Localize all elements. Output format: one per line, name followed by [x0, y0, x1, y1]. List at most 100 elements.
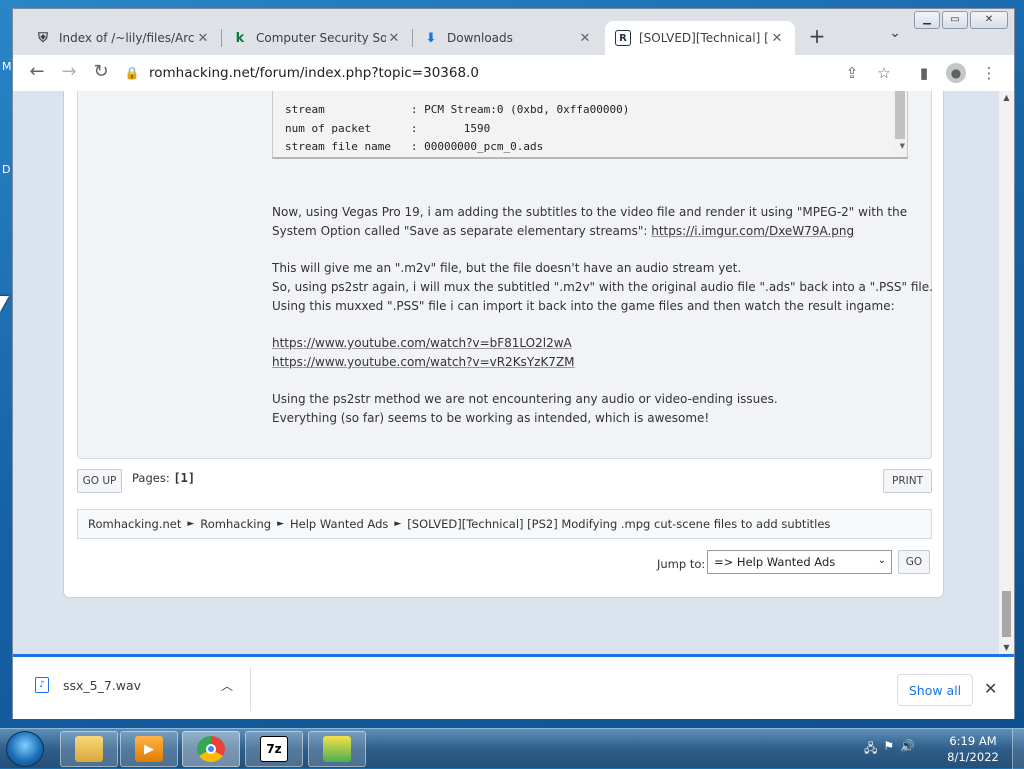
youtube-link-2[interactable]: https://www.youtube.com/watch?v=vR2KsYzK…	[272, 355, 575, 369]
taskbar-media-player[interactable]: ▶	[120, 731, 178, 767]
reload-icon[interactable]: ↻	[85, 57, 117, 89]
close-icon[interactable]: ✕	[984, 679, 997, 698]
back-arrow-icon[interactable]: ←	[21, 57, 53, 89]
taskbar-explorer[interactable]	[60, 731, 118, 767]
shield-favicon-icon: ⛨	[38, 30, 48, 46]
tab-computer-security[interactable]: k Computer Security Softw ✕	[222, 21, 412, 55]
browser-toolbar: ← → ↻ 🔒 romhacking.net/forum/index.php?t…	[13, 55, 1014, 91]
close-icon[interactable]: ✕	[195, 31, 211, 46]
url-text[interactable]: romhacking.net/forum/index.php?topic=303…	[149, 65, 479, 81]
code-scrollbar[interactable]: ▼	[893, 91, 907, 157]
start-button[interactable]	[6, 731, 44, 767]
forward-arrow-icon[interactable]: →	[53, 57, 85, 89]
profile-avatar-icon[interactable]: ●	[940, 57, 972, 89]
code-line: stream : PCM Stream:0 (0xbd, 0xffa00000)	[285, 103, 630, 116]
code-line: num of packet : 1590	[285, 121, 491, 135]
imgur-link[interactable]: https://i.imgur.com/DxeW79A.png	[651, 224, 854, 238]
taskbar-chrome[interactable]	[182, 731, 240, 767]
volume-icon[interactable]: 🔊	[900, 739, 915, 760]
download-item[interactable]: ♪ ssx_5_7.wav	[35, 677, 141, 693]
tab-title: Index of /~lily/files/Arch	[59, 31, 195, 45]
taskbar-app[interactable]	[308, 731, 366, 767]
app-green-icon	[323, 736, 351, 762]
breadcrumb-link-topic[interactable]: [SOLVED][Technical] [PS2] Modifying .mpg…	[407, 517, 830, 531]
code-line: stream file name : 00000000_pcm_0.ads	[285, 140, 544, 153]
network-icon[interactable]: 🖧	[864, 739, 877, 760]
new-tab-button[interactable]: +	[803, 23, 831, 51]
download-shelf: ♪ ssx_5_7.wav ︿ Show all ✕	[13, 654, 1014, 719]
post-text-line: Everything (so far) seems to be working …	[272, 411, 710, 425]
r-favicon-icon: R	[615, 30, 631, 46]
close-icon[interactable]: ✕	[577, 31, 593, 46]
page-scrollbar[interactable]: ▲ ▼	[999, 91, 1014, 654]
post-text-line: So, using ps2str again, i will mux the s…	[272, 280, 933, 294]
breadcrumb-separator-icon: ►	[394, 519, 402, 529]
show-desktop-button[interactable]	[1012, 729, 1024, 769]
forum-post: stream : PCM Stream:0 (0xbd, 0xffa00000)…	[77, 91, 933, 459]
clock[interactable]: 6:19 AM 8/1/2022	[942, 733, 1004, 765]
share-icon[interactable]: ⇪	[836, 57, 868, 89]
breadcrumb: Romhacking.net ► Romhacking ► Help Wante…	[77, 509, 932, 539]
tab-title: Computer Security Softw	[256, 31, 386, 45]
topic-card: stream : PCM Stream:0 (0xbd, 0xffa00000)…	[63, 91, 944, 598]
clock-date: 8/1/2022	[947, 750, 999, 764]
jump-to-value: => Help Wanted Ads	[714, 555, 836, 569]
tab-index-of-lily[interactable]: ⛨ Index of /~lily/files/Arch ✕	[25, 21, 221, 55]
menu-kebab-icon[interactable]: ⋮	[973, 57, 1005, 89]
post-text-line: Now, using Vegas Pro 19, i am adding the…	[272, 205, 908, 219]
pagination: Pages: [1]	[132, 471, 195, 485]
folder-icon	[75, 736, 103, 762]
show-all-button[interactable]: Show all	[897, 674, 973, 706]
tab-search-chevron-icon[interactable]: ⌄	[883, 25, 907, 49]
scroll-down-arrow-icon[interactable]: ▼	[999, 643, 1014, 652]
scroll-down-arrow-icon[interactable]: ▼	[900, 137, 905, 156]
desktop-icon-label[interactable]: M	[2, 60, 12, 73]
side-panel-icon[interactable]: ▮	[908, 57, 940, 89]
go-up-button[interactable]: GO UP	[77, 469, 122, 493]
tab-downloads[interactable]: ⬇ Downloads ✕	[413, 21, 603, 55]
media-player-icon: ▶	[135, 736, 163, 762]
code-block[interactable]: stream : PCM Stream:0 (0xbd, 0xffa00000)…	[272, 91, 908, 159]
flag-icon[interactable]: ⚑	[883, 739, 894, 760]
youtube-link-1[interactable]: https://www.youtube.com/watch?v=bF81LO2l…	[272, 336, 572, 350]
close-icon[interactable]: ✕	[386, 31, 402, 46]
bookmark-star-icon[interactable]: ☆	[868, 57, 900, 89]
tab-title: [SOLVED][Technical] [PS	[639, 31, 769, 45]
tab-title: Downloads	[447, 31, 513, 45]
maximize-button[interactable]: ▭	[942, 11, 968, 29]
jump-to-label: Jump to:	[657, 557, 706, 571]
post-text-line: System Option called "Save as separate e…	[272, 222, 854, 241]
scroll-up-arrow-icon[interactable]: ▲	[999, 93, 1014, 102]
taskbar-7zip[interactable]: 7z	[245, 731, 303, 767]
minimize-button[interactable]: ▁	[914, 11, 940, 29]
jump-to-select[interactable]: => Help Wanted Ads ⌄	[707, 550, 892, 574]
go-button[interactable]: GO	[898, 550, 930, 574]
address-bar[interactable]: 🔒 romhacking.net/forum/index.php?topic=3…	[121, 59, 891, 87]
7zip-icon: 7z	[260, 736, 288, 762]
desktop-icon-label[interactable]: D	[2, 163, 10, 176]
page-number-current[interactable]: [1]	[173, 471, 195, 485]
page-viewport: stream : PCM Stream:0 (0xbd, 0xffa00000)…	[13, 91, 999, 654]
chevron-down-icon: ⌄	[877, 555, 886, 566]
audio-file-icon: ♪	[35, 677, 49, 693]
breadcrumb-link-romhacking[interactable]: Romhacking	[200, 517, 271, 531]
post-text-line: https://www.youtube.com/watch?v=vR2KsYzK…	[272, 353, 575, 372]
code-scroll-thumb[interactable]	[895, 91, 905, 139]
taskbar: ▶ 7z 🖧 ⚑ 🔊 6:19 AM 8/1/2022	[0, 728, 1024, 769]
window-close-button[interactable]: ✕	[970, 11, 1008, 29]
divider	[250, 667, 251, 711]
print-button[interactable]: PRINT	[883, 469, 932, 493]
breadcrumb-separator-icon: ►	[277, 519, 285, 529]
post-text-line: Using this muxxed ".PSS" file i can impo…	[272, 299, 895, 313]
clock-time: 6:19 AM	[949, 734, 997, 748]
post-text-line: Using the ps2str method we are not encou…	[272, 392, 778, 406]
tab-solved-technical[interactable]: R [SOLVED][Technical] [PS ✕	[605, 21, 795, 55]
close-icon[interactable]: ✕	[769, 31, 785, 46]
lock-icon[interactable]: 🔒	[121, 66, 143, 80]
breadcrumb-link-home[interactable]: Romhacking.net	[88, 517, 181, 531]
mouse-cursor-icon	[0, 296, 9, 312]
breadcrumb-link-help-wanted[interactable]: Help Wanted Ads	[290, 517, 388, 531]
chevron-up-icon[interactable]: ︿	[221, 677, 233, 694]
download-filename[interactable]: ssx_5_7.wav	[63, 678, 141, 693]
page-scroll-thumb[interactable]	[1002, 591, 1011, 637]
